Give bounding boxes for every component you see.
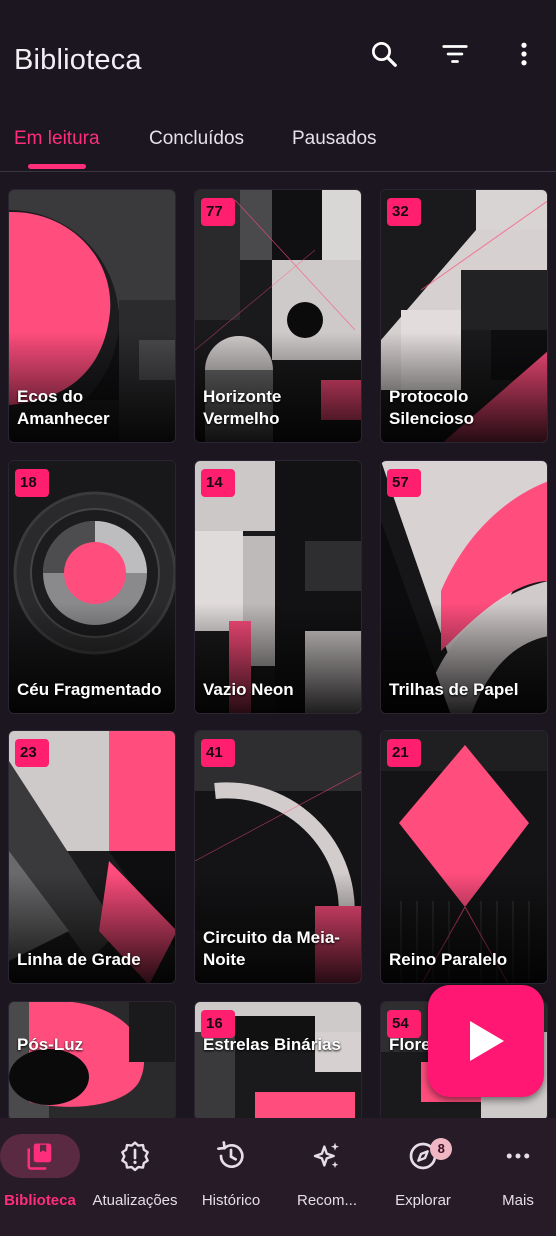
item-title: Estrelas Binárias [203,1035,341,1054]
item-title: Ecos do Amanhecer [17,387,110,428]
item-title: Horizonte Vermelho [203,387,282,428]
more-horiz-icon [506,1153,530,1159]
more-vert-icon[interactable] [506,36,542,72]
unread-count-badge: 23 [15,739,49,767]
nav-explorar[interactable]: 8 Explorar [378,1118,468,1236]
search-icon[interactable] [366,36,402,72]
alert-badge-icon [121,1141,149,1172]
item-title: Trilhas de Papel [389,680,519,699]
nav-biblioteca[interactable]: Biblioteca [0,1118,80,1236]
library-item[interactable]: 14 Vazio Neon [194,460,362,714]
library-item[interactable]: 32 Protocolo Silencioso [380,189,548,443]
library-icon [27,1143,52,1170]
library-item[interactable]: 16 Estrelas Binárias [194,1001,362,1118]
unread-count-badge: 57 [387,469,421,497]
library-item[interactable]: 23 Linha de Grade [8,730,176,984]
unread-count-badge: 18 [15,469,49,497]
nav-atualizacoes[interactable]: Atualizações [90,1118,180,1236]
history-icon [217,1141,244,1168]
item-title: Circuito da Meia-Noite [203,928,340,969]
tab-bar: Em leitura Concluídos Pausados [0,118,556,172]
library-item[interactable]: 18 Céu Fragmentado [8,460,176,714]
library-item[interactable]: 57 Trilhas de Papel [380,460,548,714]
nav-label: Histórico [201,1192,261,1209]
library-item[interactable]: Pós-Luz [8,1001,176,1118]
item-title: Reino Paralelo [389,950,508,969]
library-item[interactable]: 41 Circuito da Meia-Noite [194,730,362,984]
library-grid: Ecos do Amanhecer 77 Horizonte Vermelho [0,172,556,1118]
nav-label: Biblioteca [4,1192,76,1209]
nav-label: Explorar [395,1192,451,1209]
bottom-navigation: Biblioteca Atualizações Histórico Recom.… [0,1118,556,1236]
item-title: Vazio Neon [203,680,294,699]
nav-mais[interactable]: Mais [478,1118,556,1236]
item-title: Linha de Grade [17,950,141,969]
play-icon [470,1021,504,1061]
item-title: Céu Fragmentado [17,680,162,699]
filter-icon[interactable] [437,36,473,72]
unread-count-badge: 77 [201,198,235,226]
page-title: Biblioteca [14,44,142,76]
unread-count-badge: 41 [201,739,235,767]
library-item[interactable]: 77 Horizonte Vermelho [194,189,362,443]
unread-count-badge: 21 [387,739,421,767]
cover-image [9,1002,175,1118]
nav-historico[interactable]: Histórico [190,1118,272,1236]
item-title: Protocolo Silencioso [389,387,475,428]
tab-pausados[interactable]: Pausados [292,128,377,150]
nav-label: Atualizações [92,1192,178,1209]
tab-concluidos[interactable]: Concluídos [149,128,244,150]
nav-label: Recom... [296,1192,357,1209]
tab-em-leitura[interactable]: Em leitura [14,128,100,150]
item-title: Pós-Luz [17,1035,84,1054]
nav-label: Mais [502,1192,534,1209]
unread-count-badge: 14 [201,469,235,497]
unread-count-badge: 32 [387,198,421,226]
top-app-bar: Biblioteca [0,0,556,110]
sparkle-icon [313,1142,339,1168]
resume-reading-button[interactable] [428,985,544,1097]
library-item[interactable]: Ecos do Amanhecer [8,189,176,443]
nav-recomendacoes[interactable]: Recom... [284,1118,370,1236]
tab-indicator [28,164,86,169]
library-item[interactable]: 21 Reino Paralelo [380,730,548,984]
